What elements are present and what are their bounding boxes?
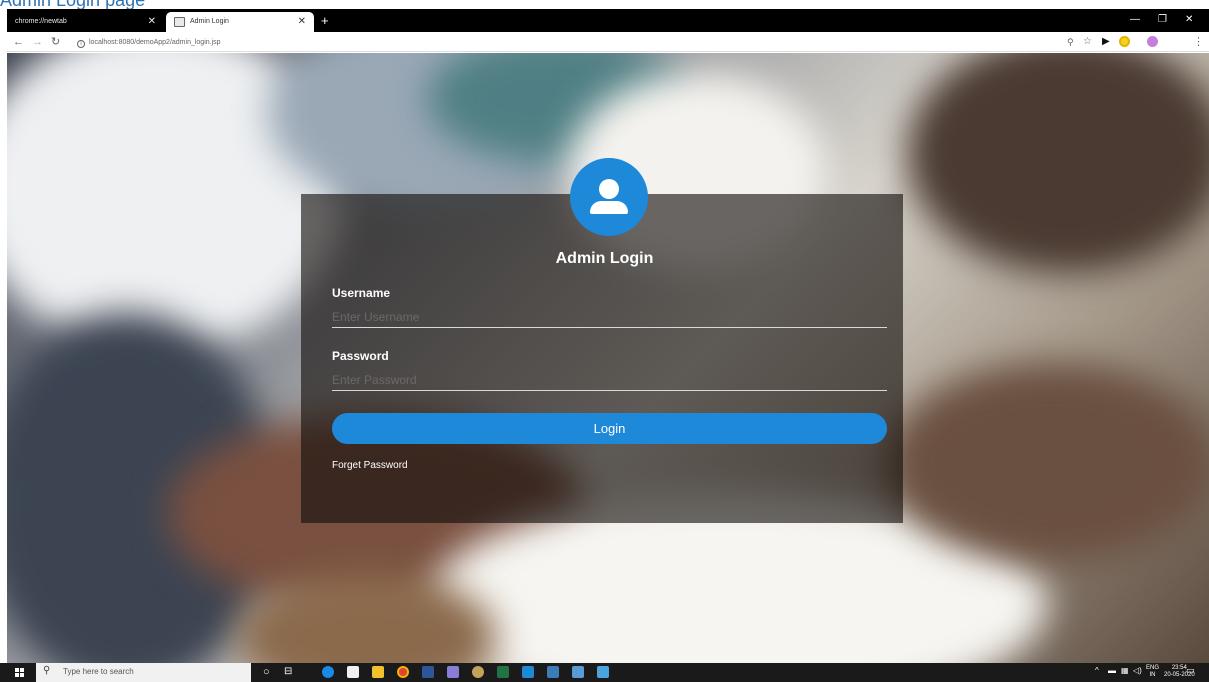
taskbar-search-placeholder: Type here to search (63, 667, 134, 676)
language-code: ENG (1146, 665, 1160, 671)
eclipse-icon[interactable] (447, 666, 459, 678)
play-extension-icon[interactable]: ▶ (1102, 32, 1110, 52)
task-view-icon[interactable]: ⊟ (284, 666, 296, 678)
windows-start-icon[interactable] (15, 668, 25, 678)
clock-time: 23:54 (1171, 665, 1187, 671)
file-explorer-icon[interactable] (372, 666, 384, 678)
app-icon[interactable] (522, 666, 534, 678)
user-avatar-icon (570, 158, 648, 236)
url-field[interactable]: i localhost:8080/demoApp2/admin_login.jsp (77, 36, 221, 49)
screen: Admin Login page chrome://newtab ✕ Admin… (0, 0, 1209, 682)
window-close-icon[interactable]: ✕ (1185, 10, 1193, 30)
login-title: Admin Login (555, 250, 654, 267)
photos-icon[interactable] (597, 666, 609, 678)
tab-label: Admin Login (190, 18, 229, 25)
username-input[interactable] (332, 306, 887, 328)
bookmark-star-icon[interactable]: ☆ (1083, 32, 1092, 52)
app-icon[interactable] (472, 666, 484, 678)
app-icon[interactable] (547, 666, 559, 678)
browser-tab-bar: chrome://newtab ✕ Admin Login ✕ + — ❐ ✕ (7, 9, 1209, 32)
url-text: localhost:8080/demoApp2/admin_login.jsp (89, 39, 221, 46)
windows-taskbar: ⚲ Type here to search ○ ⊟ ^ ▬ ▦ ◁) ENG I… (0, 663, 1209, 682)
volume-icon[interactable]: ◁) (1133, 667, 1142, 675)
tab-label: chrome://newtab (15, 18, 67, 25)
login-button[interactable]: Login (332, 413, 887, 444)
avatar-head (599, 179, 619, 199)
document-caption: Admin Login page (0, 0, 146, 10)
forward-icon[interactable]: → (32, 32, 43, 52)
profile-avatar[interactable] (1147, 36, 1158, 47)
zoom-icon[interactable]: ⚲ (1067, 32, 1074, 52)
app-icon[interactable] (422, 666, 434, 678)
cortana-icon[interactable]: ○ (263, 666, 275, 678)
search-icon: ⚲ (43, 665, 51, 676)
chrome-icon[interactable] (397, 666, 409, 678)
excel-icon[interactable] (497, 666, 509, 678)
menu-dots-icon[interactable]: ⋮ (1193, 32, 1204, 52)
new-tab-button[interactable]: + (321, 12, 329, 30)
close-icon[interactable]: ✕ (148, 12, 156, 32)
notification-icon[interactable]: ▭ (1186, 666, 1195, 675)
taskbar-search-box[interactable]: ⚲ Type here to search (36, 663, 251, 682)
page-favicon-icon (174, 17, 185, 27)
close-icon[interactable]: ✕ (298, 12, 306, 32)
tab-admin-login[interactable]: Admin Login ✕ (166, 12, 314, 32)
back-icon[interactable]: ← (13, 32, 24, 52)
edge-icon[interactable] (322, 666, 334, 678)
password-input[interactable] (332, 369, 887, 391)
browser-address-bar: ← → ↻ i localhost:8080/demoApp2/admin_log… (7, 32, 1209, 52)
login-panel (301, 194, 903, 523)
forget-password-link[interactable]: Forget Password (332, 460, 408, 471)
tray-chevron-icon[interactable]: ^ (1095, 667, 1099, 675)
restore-icon[interactable]: ❐ (1158, 10, 1167, 30)
tab-newtab[interactable]: chrome://newtab ✕ (7, 12, 164, 32)
username-label: Username (332, 286, 391, 300)
reload-icon[interactable]: ↻ (51, 32, 60, 52)
minimize-icon[interactable]: — (1130, 10, 1140, 30)
store-icon[interactable] (347, 666, 359, 678)
app-icon[interactable] (572, 666, 584, 678)
extension-icon[interactable] (1119, 36, 1130, 47)
language-indicator[interactable]: ENG IN (1146, 665, 1159, 679)
site-info-icon[interactable]: i (77, 40, 85, 48)
avatar-body (590, 201, 628, 214)
region-code: IN (1149, 672, 1156, 678)
network-icon[interactable]: ▬ (1108, 667, 1116, 675)
password-label: Password (332, 349, 389, 363)
battery-icon[interactable]: ▦ (1121, 667, 1129, 675)
